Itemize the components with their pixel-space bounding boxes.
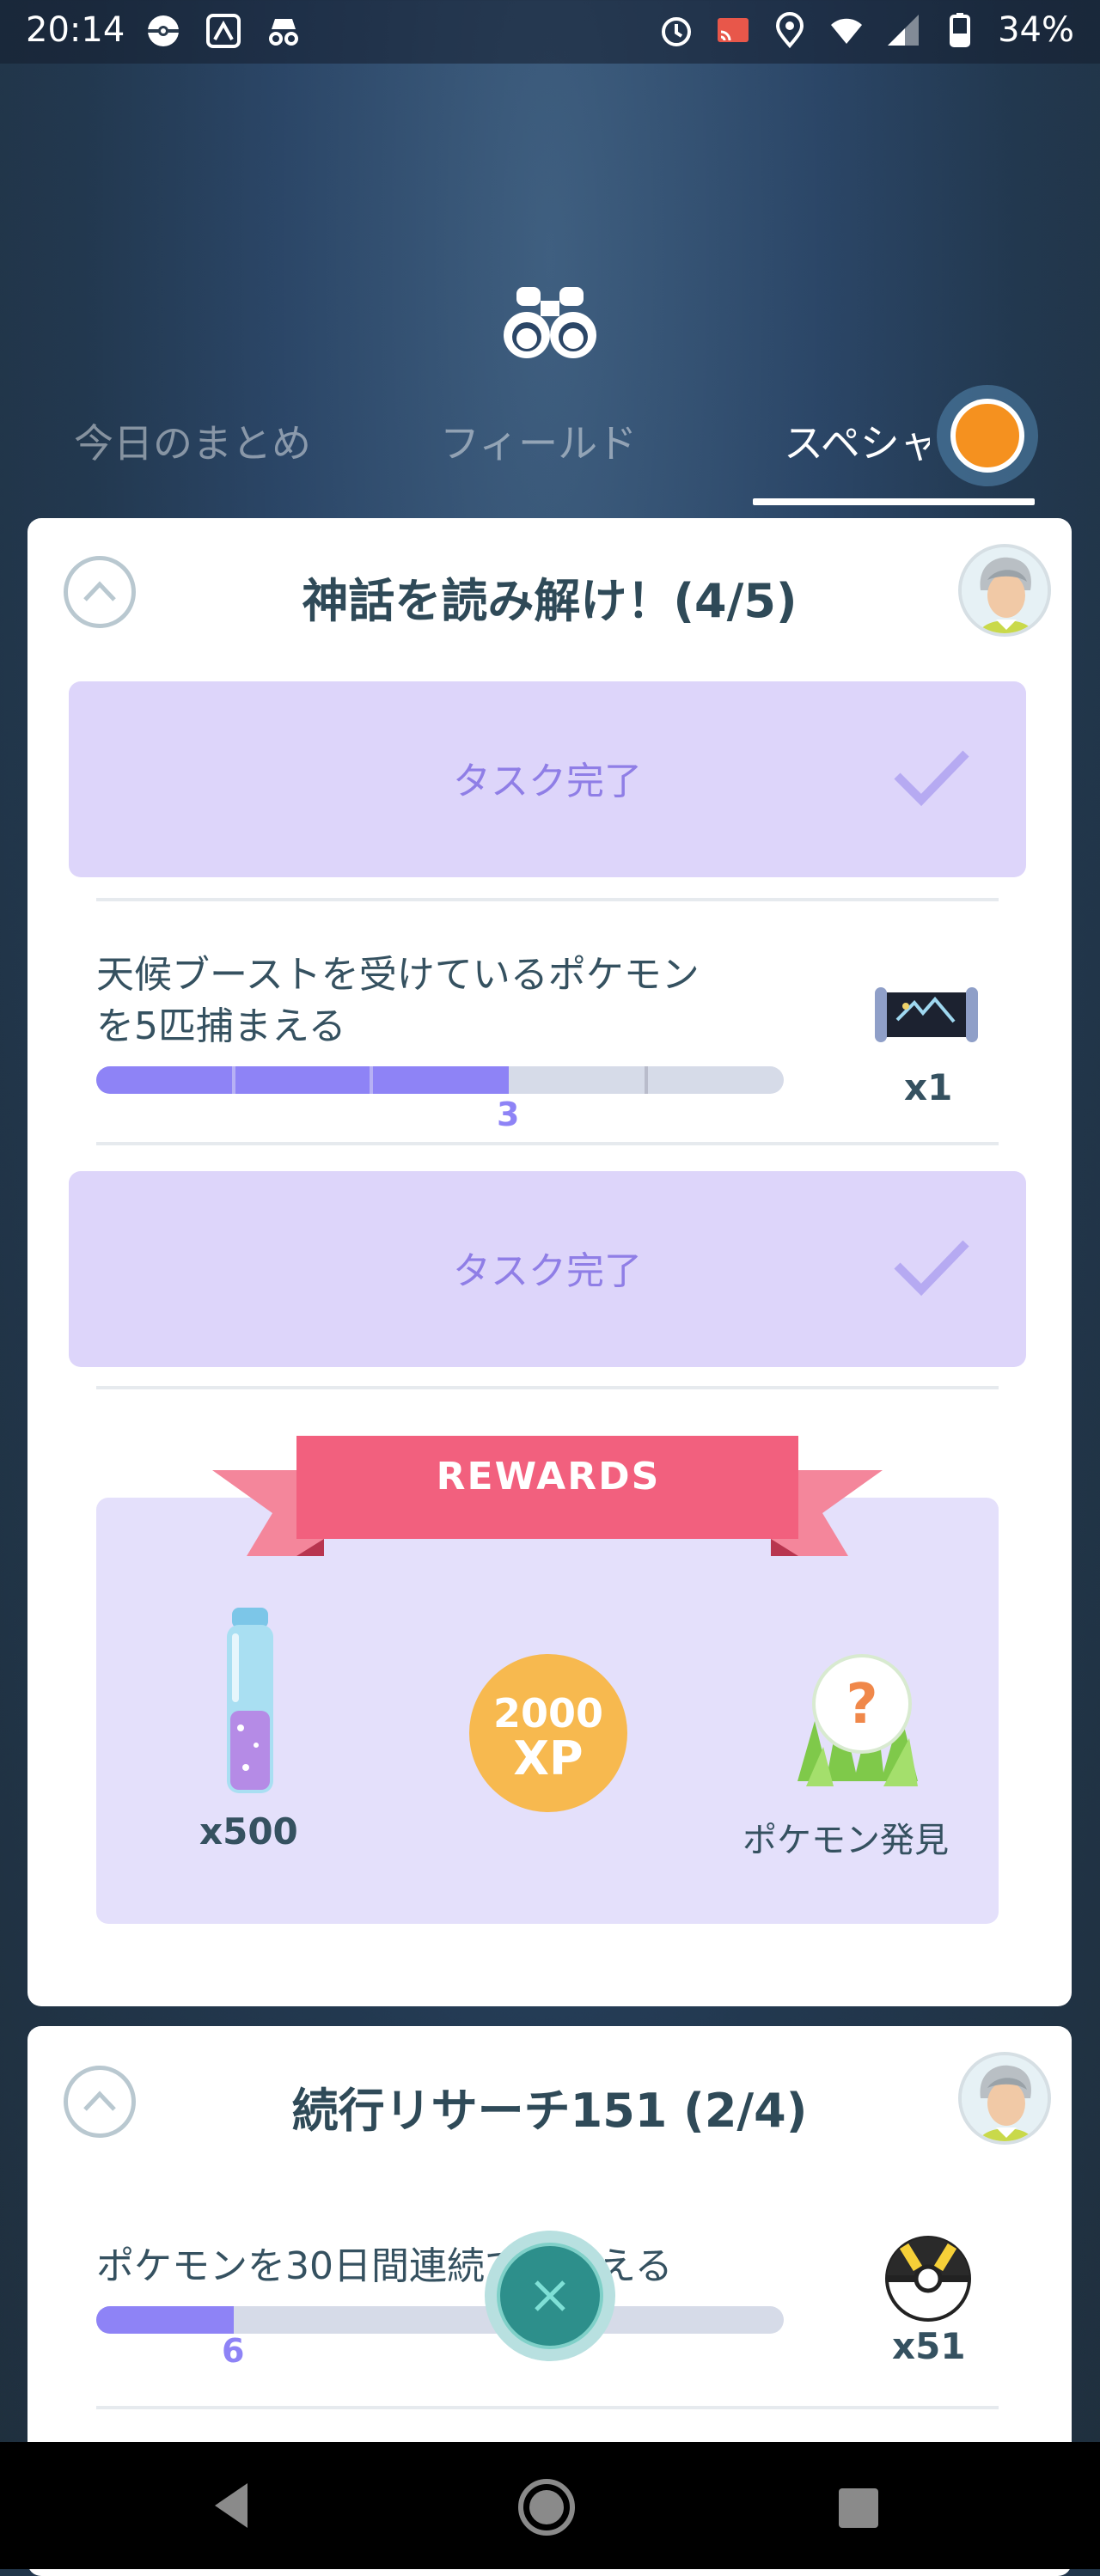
pokemon-encounter-label: ポケモン発見 (742, 1821, 949, 1860)
progress-fill (96, 2306, 234, 2334)
xp-amount: 2000 (492, 1690, 604, 1737)
status-bar: 20:14 34% (0, 0, 1100, 64)
binoculars-icon (504, 287, 596, 358)
alarm-icon (662, 17, 692, 46)
professor-avatar (958, 544, 1051, 637)
stardust-amount: x500 (199, 1810, 298, 1853)
stardust-icon (227, 1608, 273, 1793)
task-reward-count: x1 (904, 1066, 953, 1108)
progress-value: 3 (497, 1096, 520, 1133)
tab-today[interactable]: 今日のまとめ (74, 412, 311, 469)
back-icon[interactable] (210, 2480, 253, 2531)
rewards-label: REWARDS (436, 1455, 661, 1499)
xp-label: XP (513, 1731, 584, 1785)
task-description: 天候ブーストを受けているポケモン を5匹捕まえる (96, 949, 700, 1053)
progress-value: 6 (222, 2332, 245, 2370)
checkmark-icon (894, 750, 969, 807)
research-title: 続行リサーチ151 (2/4) (291, 2084, 808, 2138)
battery-icon (950, 13, 971, 47)
research-title: 神話を読み解け！(4/5) (302, 574, 798, 628)
divider (96, 2406, 999, 2409)
home-icon[interactable] (516, 2476, 578, 2538)
divider (96, 898, 999, 901)
task-progress-bar (96, 2306, 784, 2334)
tab-active-indicator (753, 498, 1035, 505)
tab-field[interactable]: フィールド (440, 412, 637, 469)
task-description-line2: を5匹捕まえる (96, 1004, 346, 1048)
divider (96, 1142, 999, 1145)
task-description-line1: 天候ブーストを受けているポケモン (96, 953, 700, 997)
recents-icon[interactable] (837, 2487, 880, 2530)
research-tabs: 今日のまとめ フィールド スペシャル (0, 404, 1100, 507)
close-button[interactable] (485, 2231, 615, 2361)
progress-fill (96, 1066, 509, 1094)
status-time: 20:14 (26, 10, 125, 50)
task-complete-label: タスク完了 (453, 1249, 642, 1293)
xp-coin-icon: 2000 XP (469, 1654, 627, 1812)
checkmark-icon (894, 1240, 969, 1297)
special-research-card: 神話を読み解け！(4/5) タスク完了 天候ブーストを受けているポケモン を5匹… (28, 518, 1072, 2006)
incognito-icon (269, 19, 298, 46)
task-progress-bar (96, 1066, 784, 1094)
mystery-pokemon-icon: ? (798, 1654, 918, 1786)
cast-icon (718, 18, 749, 42)
divider (96, 1386, 999, 1389)
tab-special[interactable]: スペシャル (784, 412, 930, 469)
system-navigation-bar (0, 2442, 1100, 2569)
svg-text:?: ? (846, 1673, 877, 1737)
task-complete-banner: タスク完了 (69, 681, 1026, 877)
task-complete-label: タスク完了 (453, 760, 642, 803)
wifi-icon (831, 18, 863, 44)
task-reward-count: x51 (892, 2325, 966, 2367)
scroll-icon (875, 987, 978, 1042)
close-icon (535, 2280, 565, 2311)
ultra-ball-icon (885, 2236, 971, 2322)
notification-dot (937, 385, 1038, 486)
pokeball-icon (148, 15, 179, 46)
task-complete-banner: タスク完了 (69, 1171, 1026, 1367)
location-icon (776, 12, 804, 49)
signal-icon (888, 15, 920, 46)
app-icon (206, 14, 241, 48)
battery-percent: 34% (998, 10, 1074, 50)
professor-avatar (958, 2052, 1051, 2145)
